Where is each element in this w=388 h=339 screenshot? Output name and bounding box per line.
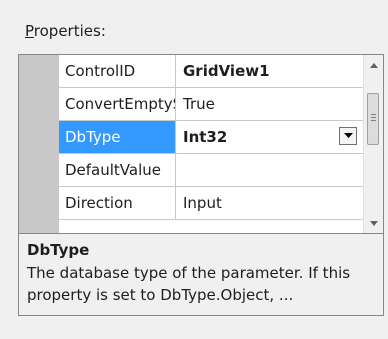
property-grid-rows: ControlID GridView1 ConvertEmptyS True D… [59,55,363,233]
properties-label: Properties: [25,20,106,42]
property-value-cell[interactable]: Int32 [176,121,363,153]
properties-label-accelerator: P [25,22,34,40]
property-grid-gutter [19,55,59,233]
scroll-thumb-grip [371,114,376,115]
property-value-cell[interactable]: GridView1 [176,55,363,87]
scroll-down-arrow-icon [369,220,378,226]
property-description-panel: DbType The database type of the paramete… [18,234,384,316]
vertical-scrollbar[interactable] [363,55,383,233]
property-name-cell[interactable]: DefaultValue [59,154,176,186]
property-value-cell[interactable]: True [176,88,363,120]
property-value-text: Int32 [183,128,228,146]
scroll-thumb[interactable] [367,93,379,145]
scroll-down-button[interactable] [364,213,383,233]
property-value-cell[interactable]: Input [176,187,363,219]
scroll-thumb-grip [371,120,376,121]
property-name-cell[interactable]: ConvertEmptyS [59,88,176,120]
property-name-cell[interactable]: DbType [59,121,176,153]
scroll-thumb-grip [371,117,376,118]
description-text: The database type of the parameter. If t… [27,264,351,304]
property-row-controlid[interactable]: ControlID GridView1 [59,55,363,88]
scroll-up-arrow-icon [369,62,378,68]
property-row-direction[interactable]: Direction Input [59,187,363,220]
property-name-cell[interactable]: ControlID [59,55,176,87]
scroll-up-button[interactable] [364,55,383,75]
chevron-down-icon [343,133,353,138]
property-name-cell[interactable]: Direction [59,187,176,219]
property-value-cell[interactable] [176,154,363,186]
property-grid[interactable]: ControlID GridView1 ConvertEmptyS True D… [18,54,384,234]
property-row-convertemptystring[interactable]: ConvertEmptyS True [59,88,363,121]
dropdown-button[interactable] [339,127,357,145]
property-row-defaultvalue[interactable]: DefaultValue [59,154,363,187]
description-title: DbType [27,241,90,259]
property-row-dbtype[interactable]: DbType Int32 [59,121,363,154]
properties-label-text: roperties: [33,22,106,40]
